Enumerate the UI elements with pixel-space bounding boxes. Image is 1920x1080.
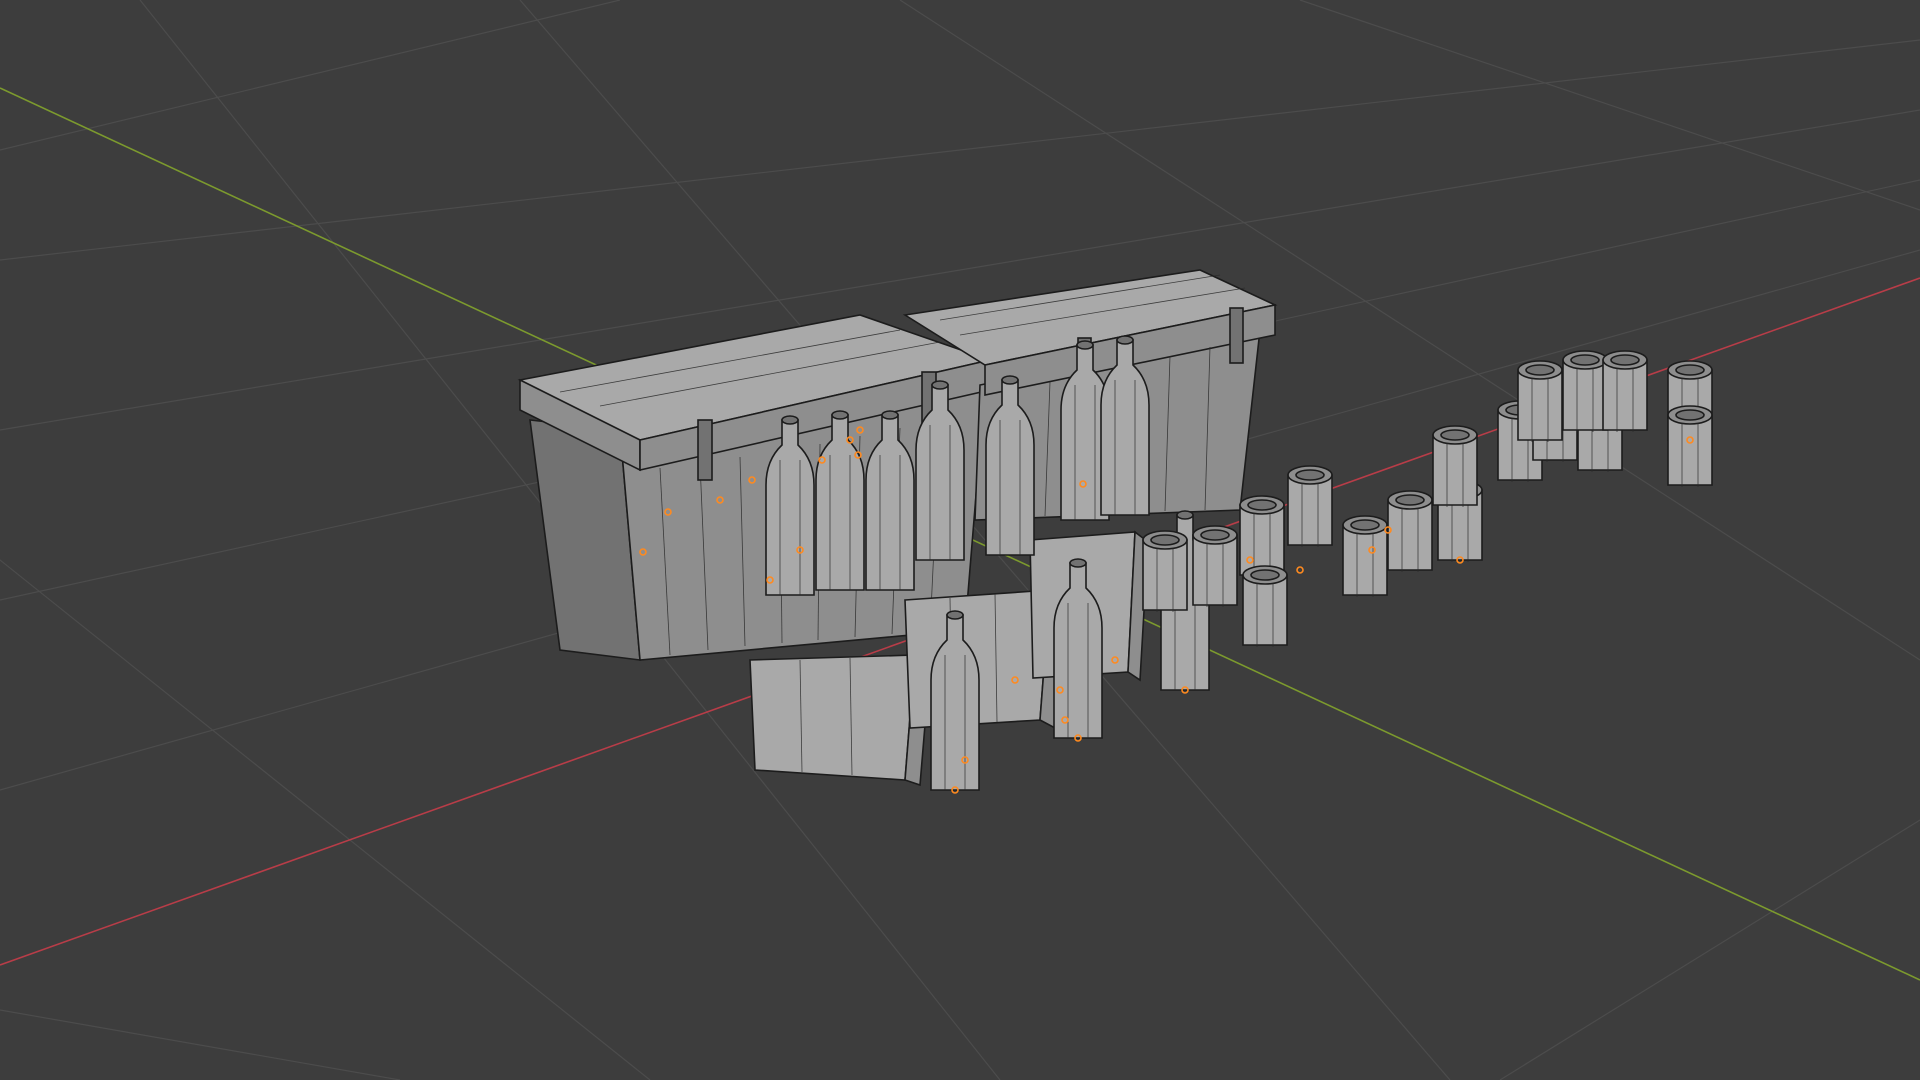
can[interactable] [1562, 350, 1608, 432]
origin-marker [1296, 566, 1304, 574]
grid-line [0, 39, 1920, 261]
can[interactable] [1192, 525, 1238, 607]
can[interactable] [1239, 495, 1285, 577]
can[interactable] [1602, 350, 1648, 432]
latch-left [697, 419, 713, 481]
can[interactable] [1342, 515, 1388, 597]
can[interactable] [1242, 565, 1288, 647]
can[interactable] [1517, 360, 1563, 442]
viewport-canvas[interactable] [0, 0, 1920, 1080]
latch-right [1229, 307, 1244, 364]
grid-line [0, 1009, 401, 1080]
grid-line [0, 0, 621, 151]
six-pack-carrier-front[interactable] [749, 653, 931, 787]
can[interactable] [1142, 530, 1188, 612]
grid-line [1299, 0, 1920, 211]
can[interactable] [1287, 465, 1333, 547]
can[interactable] [1432, 425, 1478, 507]
3d-viewport[interactable] [0, 0, 1920, 1080]
can[interactable] [1667, 405, 1713, 487]
can[interactable] [1387, 490, 1433, 572]
